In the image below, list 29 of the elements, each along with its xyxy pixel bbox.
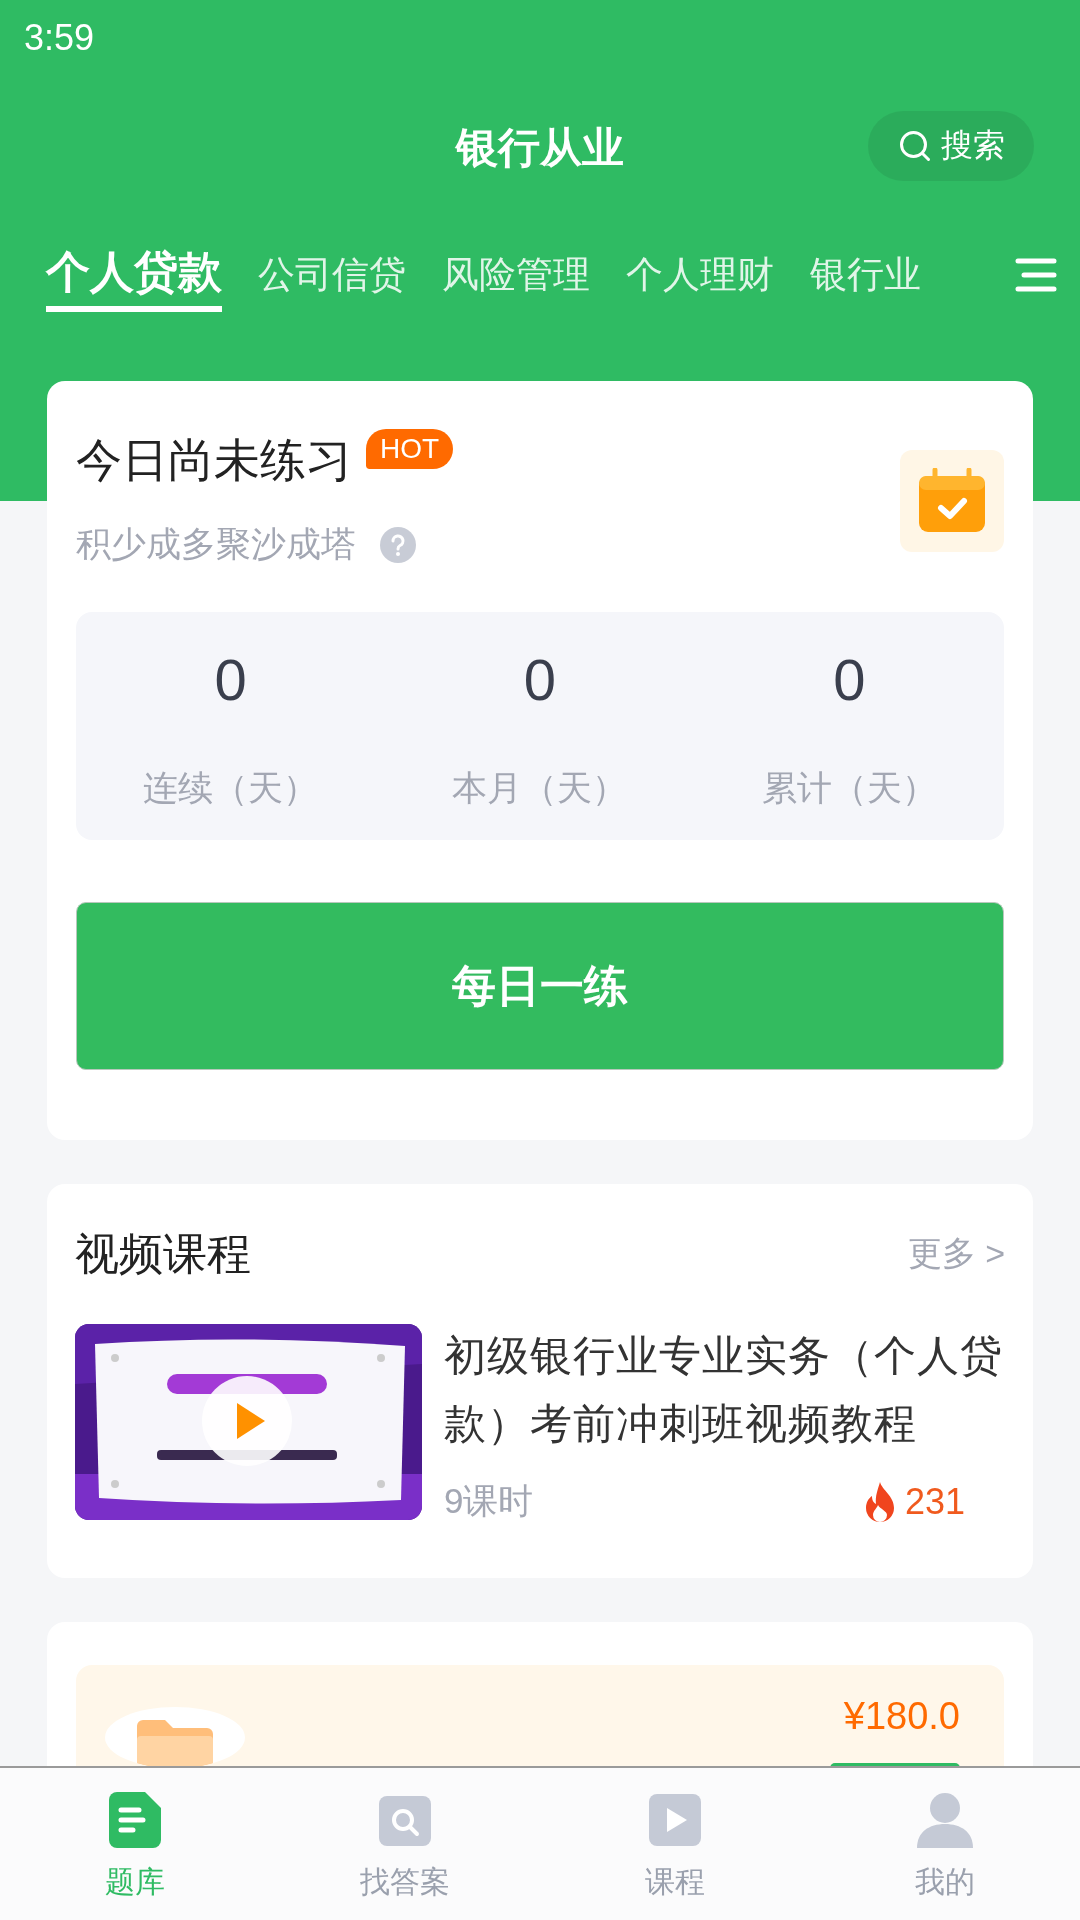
category-tab[interactable]: 个人理财 xyxy=(626,235,774,315)
category-tab[interactable]: 银行业 xyxy=(810,235,921,315)
stat-label: 累计（天） xyxy=(761,767,937,809)
stat-label: 本月（天） xyxy=(452,767,628,809)
section-title: 视频课程 xyxy=(75,1227,251,1280)
search-button[interactable]: 搜索 xyxy=(868,111,1034,181)
practice-motto: 积少成多聚沙成塔 xyxy=(76,523,356,565)
stat-value: 0 xyxy=(523,646,557,713)
category-tab[interactable]: 风险管理 xyxy=(442,235,590,315)
hot-badge: HOT xyxy=(366,429,454,469)
stat-value: 0 xyxy=(214,646,247,713)
practice-status: 今日尚未练习 xyxy=(76,433,352,488)
view-count: 231 xyxy=(904,1480,965,1523)
nav-tab[interactable]: 我的 xyxy=(810,1768,1080,1920)
more-link[interactable]: 更多 > xyxy=(907,1231,1005,1277)
product-card[interactable]: ¥180.0 xyxy=(76,1665,1004,1768)
nav-tab[interactable]: 课程 xyxy=(540,1768,810,1920)
lesson-count: 9课时 xyxy=(444,1480,534,1522)
status-time: 3:59 xyxy=(24,16,95,59)
page-title: 银行从业 xyxy=(456,122,624,173)
product-price: ¥180.0 xyxy=(843,1695,960,1738)
nav-tab[interactable]: 找答案 xyxy=(270,1768,540,1920)
course-title[interactable]: 初级银行业专业实务（个人贷款）考前冲刺班视频教程 xyxy=(444,1322,1005,1458)
category-tab[interactable]: 公司信贷 xyxy=(258,235,406,315)
stat-value: 0 xyxy=(833,646,866,713)
daily-practice-button[interactable]: 每日一练 xyxy=(76,902,1004,1070)
category-tab[interactable]: 个人贷款 xyxy=(46,238,222,312)
stat-label: 连续（天） xyxy=(143,767,319,809)
nav-tab[interactable]: 题库 xyxy=(0,1768,270,1920)
